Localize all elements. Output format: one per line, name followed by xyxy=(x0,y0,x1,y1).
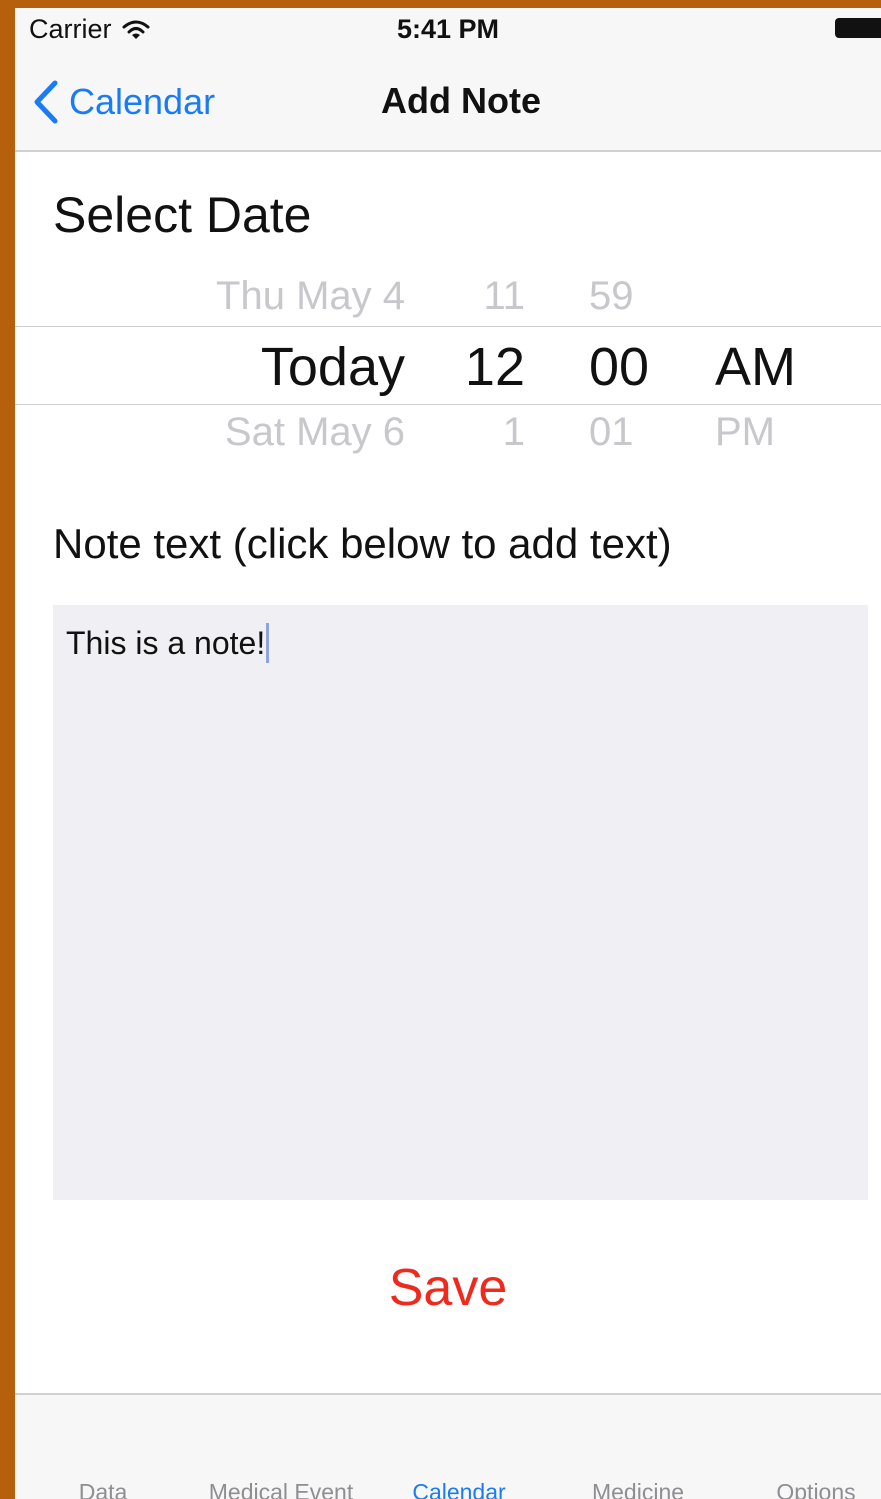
app-screen: Carrier 5:41 PM Calendar Add Note Select… xyxy=(15,8,881,1499)
tab-calendar[interactable]: Calendar xyxy=(412,1479,505,1499)
note-text-value: This is a note! xyxy=(66,624,266,661)
picker-date-above[interactable]: Thu May 4 xyxy=(216,274,405,319)
text-cursor xyxy=(266,623,270,663)
picker-hour-above[interactable]: 11 xyxy=(483,274,525,319)
picker-hour-below[interactable]: 1 xyxy=(503,410,525,455)
picker-date-below[interactable]: Sat May 6 xyxy=(225,410,405,455)
picker-ampm-below[interactable]: PM xyxy=(715,410,775,455)
picker-ampm-selected[interactable]: AM xyxy=(715,336,796,398)
tab-medicine[interactable]: Medicine xyxy=(592,1479,684,1499)
picker-hour-selected[interactable]: 12 xyxy=(465,336,525,398)
save-button[interactable]: Save xyxy=(15,1258,881,1318)
note-text-heading: Note text (click below to add text) xyxy=(53,520,672,567)
picker-minute-below[interactable]: 01 xyxy=(589,410,634,455)
status-time: 5:41 PM xyxy=(396,14,500,44)
tab-data[interactable]: Data xyxy=(79,1479,128,1499)
navigation-bar: Calendar Add Note xyxy=(15,50,881,152)
select-date-heading: Select Date xyxy=(53,187,312,243)
tab-bar: Data Medical Event Calendar Medicine Opt… xyxy=(15,1393,881,1499)
page-title: Add Note xyxy=(381,80,541,121)
date-time-picker[interactable]: Thu May 4 Today Sat May 6 11 12 1 59 00 … xyxy=(15,270,881,460)
picker-selection-top-line xyxy=(15,326,881,327)
tab-medical-event[interactable]: Medical Event xyxy=(209,1479,353,1499)
picker-selection-bottom-line xyxy=(15,404,881,405)
picker-minute-selected[interactable]: 00 xyxy=(589,336,649,398)
tab-options[interactable]: Options xyxy=(776,1479,855,1499)
picker-date-selected[interactable]: Today xyxy=(261,336,405,398)
note-text-content: This is a note! xyxy=(66,623,270,663)
battery-icon xyxy=(835,18,881,38)
device-frame xyxy=(0,0,881,8)
picker-minute-above[interactable]: 59 xyxy=(589,274,634,319)
note-text-area[interactable]: This is a note! xyxy=(53,605,868,1200)
status-bar: Carrier 5:41 PM xyxy=(15,8,881,50)
